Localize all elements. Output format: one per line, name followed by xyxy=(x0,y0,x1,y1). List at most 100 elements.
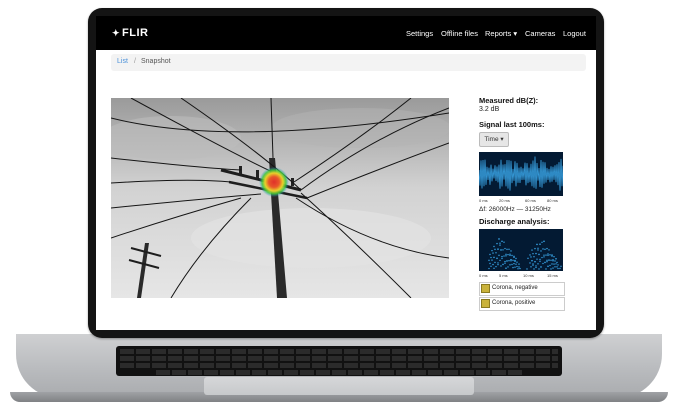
discharge-point xyxy=(505,253,507,256)
discharge-tick: 0 ms xyxy=(479,273,488,278)
discharge-point xyxy=(517,268,519,270)
discharge-point xyxy=(507,253,509,256)
discharge-point xyxy=(491,259,493,261)
discharge-point xyxy=(501,240,503,243)
discharge-point xyxy=(499,244,501,246)
discharge-point xyxy=(541,256,543,259)
nav-logout[interactable]: Logout xyxy=(563,29,586,38)
discharge-point xyxy=(497,248,499,250)
discharge-point xyxy=(536,258,538,260)
nav-offline-files[interactable]: Offline files xyxy=(441,29,478,38)
discharge-point xyxy=(557,264,559,266)
discharge-point xyxy=(515,263,517,265)
discharge-point xyxy=(504,247,506,250)
discharge-point xyxy=(498,238,500,240)
nav-cameras[interactable]: Cameras xyxy=(525,29,555,38)
result-corona-negative[interactable]: Corona, negative xyxy=(479,282,565,296)
discharge-point xyxy=(526,268,528,270)
time-dropdown-button[interactable]: Time ▾ xyxy=(479,132,509,147)
discharge-point xyxy=(552,260,554,262)
discharge-point xyxy=(518,263,520,265)
discharge-point xyxy=(556,261,558,264)
discharge-point xyxy=(529,262,531,264)
discharge-point xyxy=(504,262,506,264)
discharge-point xyxy=(535,266,537,269)
discharge-point xyxy=(513,262,515,265)
result-label: Corona, positive xyxy=(492,300,536,306)
discharge-scatter-plot xyxy=(479,229,563,271)
discharge-point xyxy=(547,253,549,255)
discharge-point xyxy=(560,265,562,267)
discharge-point xyxy=(536,243,538,246)
discharge-point xyxy=(538,253,540,256)
measured-value: 3.2 dB xyxy=(479,106,500,113)
discharge-point xyxy=(495,252,497,254)
signal-waveform xyxy=(478,156,564,191)
discharge-point xyxy=(543,240,545,243)
discharge-point xyxy=(512,266,514,269)
discharge-point xyxy=(493,256,495,259)
measured-title: Measured dB(Z): xyxy=(479,96,539,105)
discharge-point xyxy=(538,268,540,270)
discharge-point xyxy=(502,249,504,251)
discharge-point xyxy=(533,268,535,270)
snapshot-image[interactable] xyxy=(111,98,449,298)
discharge-point xyxy=(503,241,505,243)
result-corona-positive[interactable]: Corona, positive xyxy=(479,297,565,311)
discharge-point xyxy=(537,247,539,249)
discharge-point xyxy=(546,261,548,263)
nav-settings[interactable]: Settings xyxy=(406,29,433,38)
analysis-panel: Measured dB(Z): 3.2 dB Signal last 100ms… xyxy=(478,96,589,330)
nav-reports[interactable]: Reports ▾ xyxy=(485,29,517,38)
discharge-point xyxy=(552,267,554,269)
discharge-point xyxy=(541,241,543,243)
discharge-point xyxy=(511,263,513,266)
breadcrumb-separator: / xyxy=(134,58,136,65)
discharge-point xyxy=(497,263,499,266)
discharge-point xyxy=(516,261,518,263)
discharge-tick: 15 ms xyxy=(547,273,558,278)
discharge-point xyxy=(501,255,503,258)
discharge-point xyxy=(503,255,505,257)
discharge-point xyxy=(513,256,515,258)
discharge-point xyxy=(548,259,550,261)
discharge-point xyxy=(532,264,534,266)
discharge-point xyxy=(537,249,539,251)
frequency-range: Δf: 26000Hz — 31250Hz xyxy=(479,206,551,213)
discharge-point xyxy=(546,259,548,261)
discharge-point xyxy=(555,258,557,260)
discharge-point xyxy=(539,258,541,261)
discharge-point xyxy=(500,249,502,251)
discharge-point xyxy=(553,256,555,258)
discharge-point xyxy=(531,260,533,262)
laptop-keyboard xyxy=(116,346,562,376)
discharge-point xyxy=(532,263,534,265)
discharge-point xyxy=(530,266,532,268)
discharge-point xyxy=(548,249,550,251)
discharge-point xyxy=(551,255,553,257)
top-navbar: ✦ FLIR Settings Offline files Reports ▾ C… xyxy=(96,16,596,50)
discharge-point xyxy=(490,256,492,259)
discharge-point xyxy=(530,256,532,258)
discharge-point xyxy=(496,257,498,260)
discharge-point xyxy=(540,266,542,268)
discharge-point xyxy=(527,257,529,260)
discharge-point xyxy=(492,263,494,266)
discharge-point xyxy=(559,267,561,270)
discharge-point xyxy=(502,263,504,266)
brand-logo[interactable]: ✦ FLIR xyxy=(112,27,148,39)
discharge-point xyxy=(498,254,500,257)
signal-title: Signal last 100ms: xyxy=(479,120,545,129)
breadcrumb-list-link[interactable]: List xyxy=(117,58,128,65)
discharge-point xyxy=(545,268,547,270)
discharge-title: Discharge analysis: xyxy=(479,217,550,226)
breadcrumb-current: Snapshot xyxy=(141,58,171,65)
discharge-point xyxy=(491,249,493,252)
laptop-screen: ✦ FLIR Settings Offline files Reports ▾ C… xyxy=(96,16,596,330)
discharge-point xyxy=(505,267,507,269)
discharge-point xyxy=(492,252,494,254)
discharge-point xyxy=(542,248,544,250)
discharge-point xyxy=(534,261,536,263)
laptop-touchpad xyxy=(204,377,474,395)
discharge-point xyxy=(550,268,552,270)
